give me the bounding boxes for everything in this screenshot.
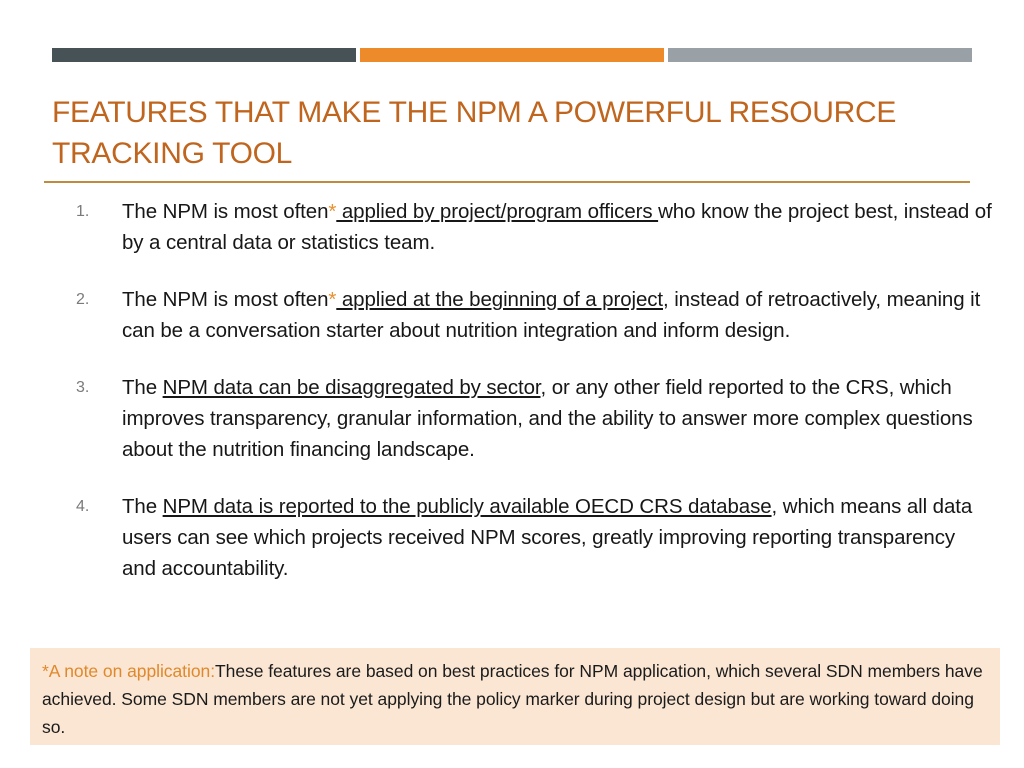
list-item-pre: The <box>122 495 163 518</box>
list-item-number: 2. <box>76 291 90 308</box>
list-item: 2. The NPM is most often* applied at the… <box>64 284 994 346</box>
list-item-text: The NPM data can be disaggregated by sec… <box>122 372 994 465</box>
list-item-text: The NPM data is reported to the publicly… <box>122 491 994 584</box>
list-item-pre: The NPM is most often <box>122 200 329 223</box>
title-divider <box>44 181 970 183</box>
footnote-callout: *A note on application:These features ar… <box>30 648 1000 745</box>
list-item-pre: The NPM is most often <box>122 288 329 311</box>
header-bar-dark <box>52 48 356 62</box>
list-item-pre: The <box>122 376 163 399</box>
feature-list: 1. The NPM is most often* applied by pro… <box>64 196 994 584</box>
footnote-text: *A note on application:These features ar… <box>42 657 986 741</box>
list-item-text: The NPM is most often* applied at the be… <box>122 284 994 346</box>
footnote-lead: *A note on application: <box>42 661 216 681</box>
list-item-text: The NPM is most often* applied by projec… <box>122 196 994 258</box>
list-item: 3. The NPM data can be disaggregated by … <box>64 372 994 465</box>
header-bar-orange <box>360 48 664 62</box>
header-bar-row <box>0 48 1024 62</box>
list-item: 4. The NPM data is reported to the publi… <box>64 491 994 584</box>
list-item: 1. The NPM is most often* applied by pro… <box>64 196 994 258</box>
list-item-emphasis: applied by project/program officers <box>336 200 659 223</box>
list-item-number: 3. <box>76 379 90 396</box>
list-item-number: 4. <box>76 498 90 515</box>
list-item-number: 1. <box>76 203 90 220</box>
header-bar-gray <box>668 48 972 62</box>
list-item-emphasis: NPM data is reported to the publicly ava… <box>162 495 772 518</box>
list-item-emphasis: NPM data can be disaggregated by sector <box>162 376 541 399</box>
list-item-emphasis: applied at the beginning of a project <box>336 288 664 311</box>
page-title: FEATURES THAT MAKE THE NPM A POWERFUL RE… <box>52 96 897 170</box>
